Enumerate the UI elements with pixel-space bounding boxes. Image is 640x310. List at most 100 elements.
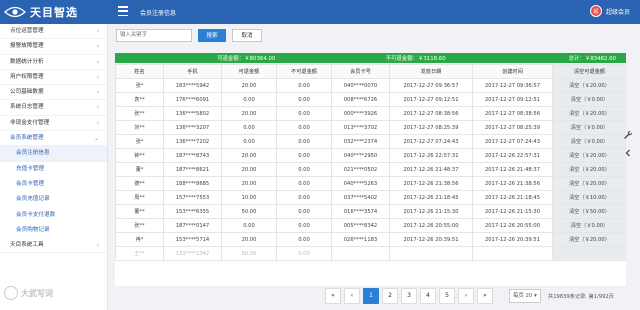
table-cell: 0.00: [276, 106, 332, 121]
table-cell: 20.00: [221, 106, 277, 121]
table-cell: 2017-12-27 09:12:51: [472, 92, 553, 107]
clear-refund-link[interactable]: 清空（￥0.00）: [552, 120, 626, 135]
non-refundable-total: 不可退金额：￥3118.60: [385, 56, 446, 62]
clear-refund-link[interactable]: 清空（￥20.00）: [552, 148, 626, 163]
table-cell: 2017-12-26 21:15:30: [389, 204, 473, 219]
logo[interactable]: 天目智选: [4, 2, 78, 22]
sidebar: 点位运营管理 ‹ 报警故障管理 ‹ 数据统计分析 ‹ 用户权限管理 ‹ 公司基础数据 ‹ …: [0, 24, 108, 310]
user-menu[interactable]: 超 超级会员: [589, 5, 630, 17]
table-cell: 2017-12-26 21:38:56: [472, 176, 553, 191]
sidebar-item-label: 系统日志管理: [10, 104, 44, 111]
table-cell: 136****5802: [163, 106, 222, 121]
per-page-select[interactable]: 每页 20 ▾: [509, 289, 541, 303]
table-row: 钟** 187****8743 20.00 0.00 040****2950 2017-1…: [115, 148, 626, 163]
members-table: 姓名 手机 可退金额 不可退金额 会员卡号 发放日期 创建时间 清空可退金额 张* 183***…: [115, 64, 626, 286]
page-button-3[interactable]: 3: [401, 288, 417, 304]
table-cell: 000****3926: [331, 106, 390, 121]
table-cell: 2017-12-26 20:55:00: [389, 218, 473, 233]
clear-refund-link[interactable]: 清空（￥0.00）: [552, 92, 626, 107]
next-page-button[interactable]: ›: [458, 288, 474, 304]
table-cell: 0.00: [276, 218, 332, 233]
table-cell: 040****5263: [331, 176, 390, 191]
first-page-button[interactable]: «: [325, 288, 341, 304]
last-page-button[interactable]: »: [477, 288, 493, 304]
table-cell: 008****6726: [331, 92, 390, 107]
clear-refund-link[interactable]: 清空（￥20.00）: [552, 232, 626, 247]
wrench-icon[interactable]: [622, 130, 634, 142]
table-cell: 20.00: [221, 232, 277, 247]
chevron-left-icon: ‹: [96, 43, 99, 51]
table-cell: 040****0070: [331, 78, 390, 93]
page-button-2[interactable]: 2: [382, 288, 398, 304]
clear-refund-link[interactable]: 清空（￥20.00）: [552, 176, 626, 191]
table-cell: 2017-12-26 20:55:00: [472, 218, 553, 233]
table-row: 德** 188****8685 20.00 0.00 040****5263 2017-1…: [115, 176, 626, 191]
column-header: 手机: [163, 64, 222, 79]
table-cell: 136****3207: [163, 120, 222, 135]
sidebar-item-logs[interactable]: 系统日志管理 ‹: [0, 100, 107, 116]
table-cell: 2017-12-27 08:25:39: [389, 120, 473, 135]
sidebar-subitem-purchases[interactable]: 会员购物记录: [0, 222, 107, 239]
cancel-button[interactable]: 取消: [232, 28, 262, 42]
eye-logo-icon: [4, 6, 26, 18]
sidebar-subitem-registration[interactable]: 会员注册信息: [0, 146, 107, 162]
table-cell: 016****3574: [331, 204, 390, 219]
sidebar-item-label: 用户权限管理: [10, 73, 44, 80]
sidebar-item-cashless[interactable]: 非现金支付管理 ‹: [0, 116, 107, 132]
prev-page-button[interactable]: ‹: [344, 288, 360, 304]
table-cell: 50.00: [221, 246, 277, 261]
table-cell: 王**: [115, 246, 164, 261]
sidebar-item-tools[interactable]: 天目系统工具 ‹: [0, 238, 107, 254]
sidebar-item-point-ops[interactable]: 点位运营管理 ‹: [0, 24, 107, 40]
chevron-left-icon: ‹: [96, 89, 99, 97]
search-button[interactable]: 搜索: [198, 28, 226, 42]
pagination: « ‹ 1 2 3 4 5 › »: [325, 288, 493, 304]
chevron-left-icon[interactable]: [622, 148, 634, 160]
clear-refund-link[interactable]: 清空（￥20.00）: [552, 106, 626, 121]
sidebar-item-label: 会员系统管理: [10, 135, 44, 142]
clear-refund-link[interactable]: [552, 246, 626, 261]
table-cell: 2017-12-26 21:38:56: [389, 176, 473, 191]
table-cell: 026****1183: [331, 232, 390, 247]
menu-toggle-icon[interactable]: [118, 6, 128, 16]
search-toolbar: 搜索 取消: [116, 28, 262, 42]
sidebar-subitem-member-card[interactable]: 会员卡管理: [0, 176, 107, 193]
table-cell: 2017-12-26 22:57:31: [472, 148, 553, 163]
clear-refund-link[interactable]: 清空（￥10.00）: [552, 190, 626, 205]
table-cell: 0.00: [276, 232, 332, 247]
sidebar-item-permissions[interactable]: 用户权限管理 ‹: [0, 70, 107, 86]
clear-refund-link[interactable]: 清空（￥20.00）: [552, 78, 626, 93]
table-cell: 0.00: [276, 190, 332, 205]
chevron-left-icon: ‹: [96, 73, 99, 81]
sidebar-item-members[interactable]: 会员系统管理 ⌄: [0, 131, 107, 147]
page-button-4[interactable]: 4: [420, 288, 436, 304]
grand-total: 总计：￥83482.60: [568, 56, 616, 62]
sidebar-item-company-data[interactable]: 公司基础数据 ‹: [0, 85, 107, 101]
table-cell: 钟**: [115, 148, 164, 163]
table-row: 张* 136****7202 0.00 0.00 032****2374 2017-12-…: [115, 134, 626, 149]
avatar: 超: [589, 5, 602, 17]
table-row: 冉* 153****5714 20.00 0.00 026****1183 2017-12…: [115, 232, 626, 247]
table-cell: 2017-12-27 09:12:51: [389, 92, 473, 107]
table-cell: 032****2374: [331, 134, 390, 149]
sidebar-item-label: 天目系统工具: [10, 242, 44, 249]
table-row: 张* 183****5942 20.00 0.00 040****0070 2017-12…: [115, 78, 626, 93]
sidebar-subitem-recharge-card[interactable]: 充值卡管理: [0, 161, 107, 177]
clear-refund-link[interactable]: 清空（￥0.00）: [552, 218, 626, 233]
table-cell: 037****5402: [331, 190, 390, 205]
clear-refund-link[interactable]: 清空（￥50.00）: [552, 204, 626, 219]
clear-refund-link[interactable]: 清空（￥0.00）: [552, 134, 626, 149]
sidebar-subitem-recharge-records[interactable]: 会员充值记录: [0, 192, 107, 208]
sidebar-item-stats[interactable]: 数据统计分析 ‹: [0, 55, 107, 70]
search-input[interactable]: [116, 28, 192, 42]
page-button-5[interactable]: 5: [439, 288, 455, 304]
sidebar-subitem-refunds[interactable]: 会员卡支付退款: [0, 207, 107, 223]
page-button-1[interactable]: 1: [363, 288, 379, 304]
table-cell: 2017-12-27 08:38:56: [389, 106, 473, 121]
table-cell: 2017-12-26 21:18:45: [472, 190, 553, 205]
table-cell: 187****8743: [163, 148, 222, 163]
table-cell: 董*: [115, 162, 164, 177]
clear-refund-link[interactable]: 清空（￥20.00）: [552, 162, 626, 177]
table-cell: 0.00: [276, 162, 332, 177]
sidebar-item-alarm[interactable]: 报警故障管理 ‹: [0, 39, 107, 55]
